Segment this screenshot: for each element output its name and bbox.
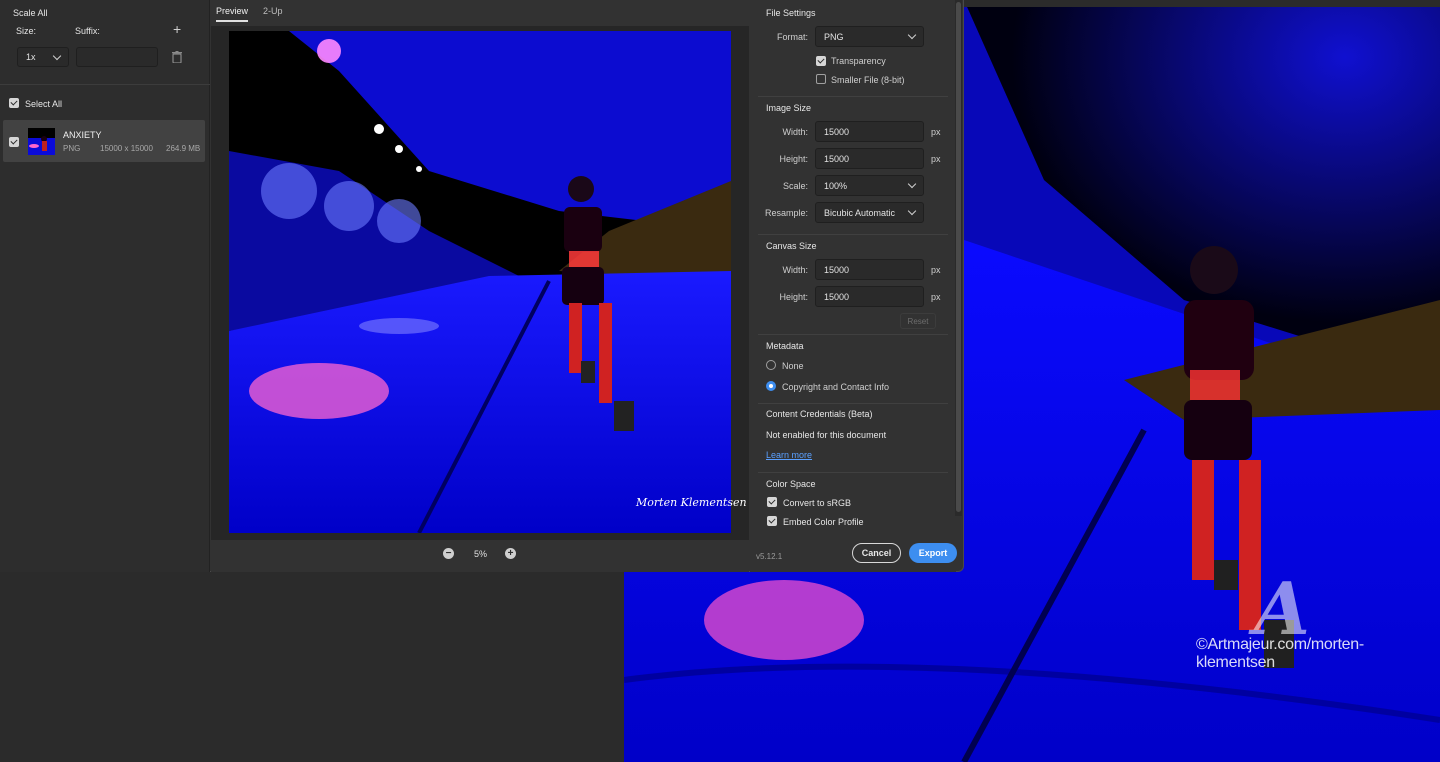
file-settings-heading: File Settings bbox=[766, 8, 816, 18]
artist-signature: Morten Klementsen bbox=[636, 496, 747, 509]
format-label: Format: bbox=[776, 32, 808, 42]
format-value: PNG bbox=[824, 31, 844, 42]
cancel-button[interactable]: Cancel bbox=[852, 543, 901, 563]
divider bbox=[0, 84, 210, 85]
resample-label: Resample: bbox=[764, 208, 808, 218]
asset-checkbox[interactable] bbox=[9, 137, 19, 147]
canvas-width-input[interactable]: 15000 bbox=[815, 259, 924, 280]
content-credentials-heading: Content Credentials (Beta) bbox=[766, 409, 873, 419]
chevron-down-icon bbox=[907, 206, 917, 216]
transparency-checkbox[interactable] bbox=[816, 56, 826, 66]
size-dropdown[interactable]: 1x bbox=[17, 47, 69, 67]
metadata-copyright-label: Copyright and Contact Info bbox=[782, 382, 890, 392]
convert-srgb-label: Convert to sRGB bbox=[783, 498, 852, 508]
canvas-height-unit: px bbox=[931, 292, 941, 302]
resample-value: Bicubic Automatic bbox=[824, 207, 896, 218]
asset-filesize: 264.9 MB bbox=[166, 144, 201, 153]
asset-panel bbox=[0, 0, 210, 572]
scale-value: 100% bbox=[824, 180, 848, 191]
metadata-none-radio[interactable] bbox=[766, 360, 776, 370]
smaller-file-label: Smaller File (8-bit) bbox=[831, 75, 905, 85]
zoom-in-icon[interactable]: + bbox=[505, 548, 516, 559]
image-height-label: Height: bbox=[779, 154, 808, 164]
embed-profile-label: Embed Color Profile bbox=[783, 517, 864, 527]
divider bbox=[758, 234, 948, 235]
image-height-unit: px bbox=[931, 154, 941, 164]
learn-more-link[interactable]: Learn more bbox=[766, 450, 812, 460]
metadata-none-label: None bbox=[782, 361, 804, 371]
asset-dimensions: 15000 x 15000 bbox=[100, 144, 153, 153]
chevron-down-icon bbox=[907, 30, 917, 40]
canvas-top-strip bbox=[964, 0, 1440, 7]
asset-format: PNG bbox=[63, 144, 81, 153]
metadata-copyright-radio[interactable] bbox=[766, 381, 776, 391]
zoom-level: 5% bbox=[474, 549, 488, 559]
divider bbox=[758, 403, 948, 404]
suffix-label: Suffix: bbox=[75, 26, 100, 36]
preview-image bbox=[229, 31, 731, 533]
active-tab-indicator bbox=[216, 20, 248, 22]
asset-name: ANXIETY bbox=[63, 130, 102, 140]
scale-label: Scale: bbox=[782, 181, 808, 191]
export-button[interactable]: Export bbox=[909, 543, 957, 563]
embed-profile-checkbox[interactable] bbox=[767, 516, 777, 526]
chevron-down-icon bbox=[52, 51, 62, 60]
format-dropdown[interactable]: PNG bbox=[815, 26, 924, 47]
reset-button[interactable]: Reset bbox=[900, 313, 936, 329]
canvas-height-label: Height: bbox=[779, 292, 808, 302]
image-width-label: Width: bbox=[782, 127, 808, 137]
canvas-width-label: Width: bbox=[782, 265, 808, 275]
color-space-heading: Color Space bbox=[766, 479, 816, 489]
smaller-file-checkbox[interactable] bbox=[816, 74, 826, 84]
image-width-input[interactable]: 15000 bbox=[815, 121, 924, 142]
content-credentials-status: Not enabled for this document bbox=[766, 430, 887, 440]
trash-icon[interactable] bbox=[172, 50, 182, 64]
scale-dropdown[interactable]: 100% bbox=[815, 175, 924, 196]
settings-scrollbar-thumb[interactable] bbox=[956, 2, 961, 512]
asset-thumbnail bbox=[28, 128, 55, 155]
select-all-checkbox[interactable] bbox=[9, 98, 19, 108]
tab-preview[interactable]: Preview bbox=[216, 6, 248, 16]
tab-2-up[interactable]: 2-Up bbox=[263, 6, 283, 16]
transparency-label: Transparency bbox=[831, 56, 886, 66]
size-value: 1x bbox=[26, 52, 36, 62]
chevron-down-icon bbox=[907, 179, 917, 189]
image-height-input[interactable]: 15000 bbox=[815, 148, 924, 169]
version-label: v5.12.1 bbox=[756, 552, 783, 561]
canvas-width-unit: px bbox=[931, 265, 941, 275]
divider bbox=[758, 334, 948, 335]
watermark-text: ©Artmajeur.com/morten-klementsen bbox=[1196, 636, 1364, 671]
image-size-heading: Image Size bbox=[766, 103, 812, 113]
scale-all-heading: Scale All bbox=[13, 8, 48, 18]
add-scale-icon[interactable]: + bbox=[173, 21, 181, 37]
canvas-height-input[interactable]: 15000 bbox=[815, 286, 924, 307]
zoom-out-icon[interactable]: − bbox=[443, 548, 454, 559]
suffix-input[interactable] bbox=[76, 47, 158, 67]
image-width-unit: px bbox=[931, 127, 941, 137]
convert-srgb-checkbox[interactable] bbox=[767, 497, 777, 507]
divider bbox=[758, 472, 948, 473]
size-label: Size: bbox=[16, 26, 37, 36]
divider bbox=[758, 96, 948, 97]
metadata-heading: Metadata bbox=[766, 341, 804, 351]
select-all-label: Select All bbox=[25, 99, 63, 109]
canvas-size-heading: Canvas Size bbox=[766, 241, 817, 251]
resample-dropdown[interactable]: Bicubic Automatic bbox=[815, 202, 924, 223]
